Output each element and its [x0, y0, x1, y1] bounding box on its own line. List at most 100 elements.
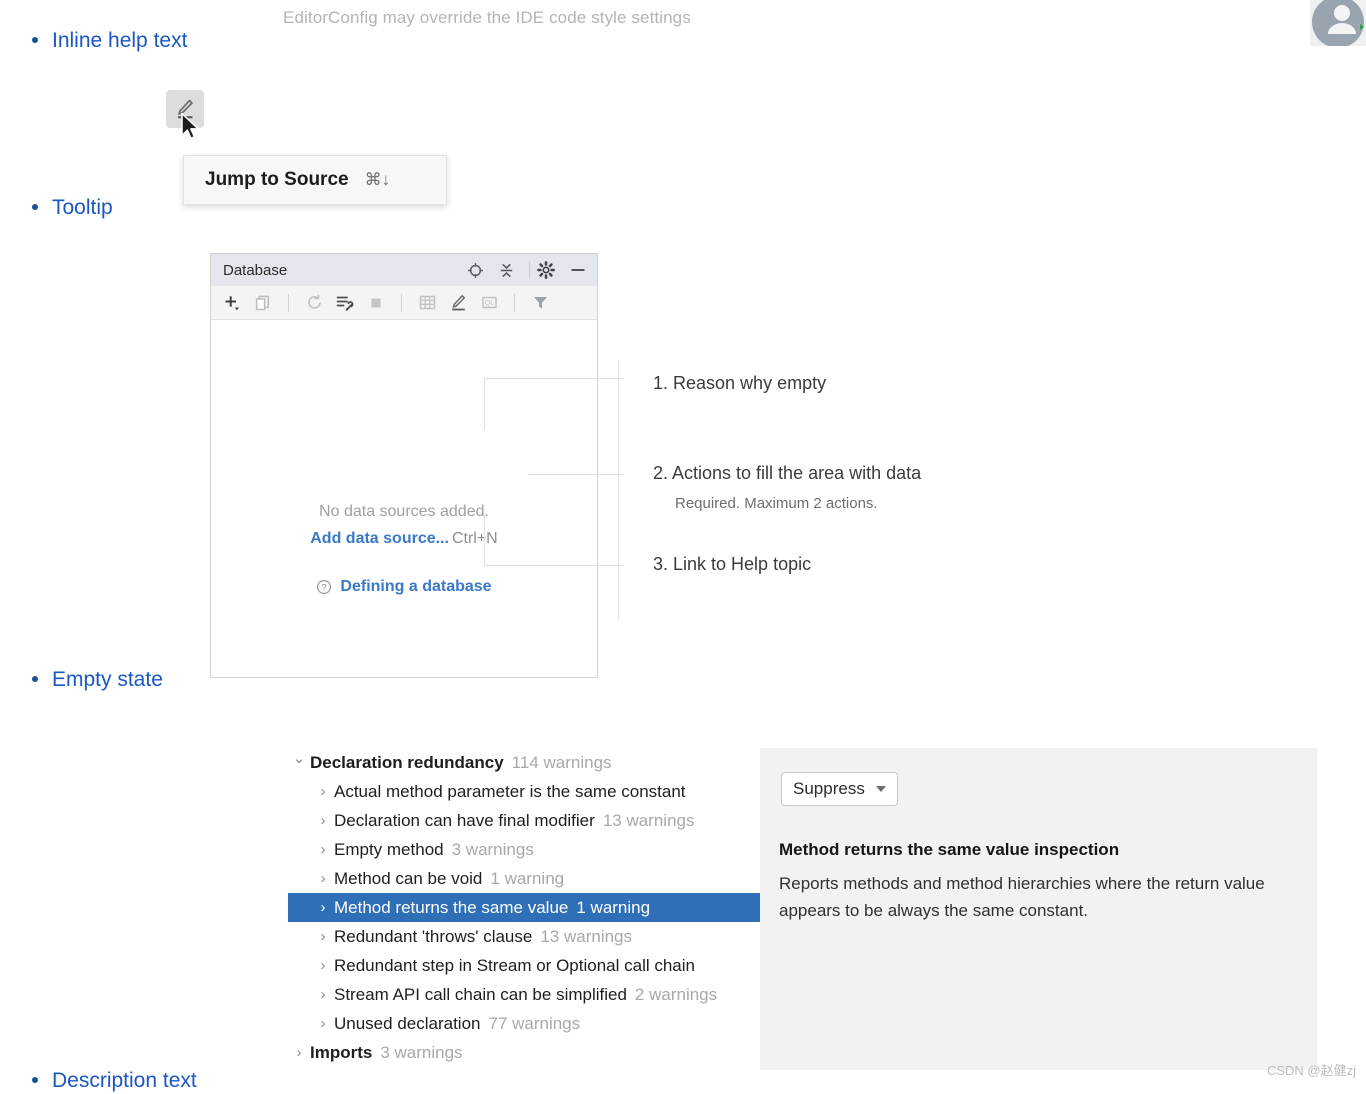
tree-row-label: Method returns the same value: [334, 897, 569, 917]
tree-row-label: Method can be void: [334, 868, 483, 888]
empty-state-reason-text: No data sources added.: [319, 503, 489, 520]
tree-row-label: Empty method: [334, 839, 444, 859]
database-title-bar: Database: [211, 254, 597, 286]
chevron-right-icon[interactable]: ›: [288, 1044, 310, 1061]
tree-row[interactable]: › Empty method 3 warnings: [288, 835, 760, 864]
tree-row-warning-count: 3 warnings: [451, 839, 534, 859]
tree-row-warning-count: 77 warnings: [488, 1013, 581, 1033]
tree-row[interactable]: › Actual method parameter is the same con…: [288, 777, 760, 806]
tree-row[interactable]: › Redundant step in Stream or Optional ca…: [288, 951, 760, 980]
suppress-dropdown-button[interactable]: Suppress: [781, 772, 898, 806]
user-avatar-icon: [1312, 0, 1364, 46]
toolbar-separator: [514, 293, 515, 312]
callout-bracket-1: [484, 378, 485, 430]
bullet-label-inline-help-text: Inline help text: [52, 29, 188, 52]
callout-subtext-2: Required. Maximum 2 actions.: [675, 495, 878, 512]
tree-row[interactable]: › Redundant 'throws' clause 13 warnings: [288, 922, 760, 951]
callout-bracket-3: [484, 513, 485, 565]
bullet-item-inline-help-text: Inline help text: [32, 28, 187, 54]
callout-leader-3: [484, 565, 624, 566]
tree-row[interactable]: ⌄ Declaration redundancy 114 warnings: [288, 748, 760, 777]
database-title-label: Database: [223, 261, 288, 279]
chevron-right-icon[interactable]: ›: [312, 957, 334, 974]
bullet-label-tooltip: Tooltip: [52, 196, 113, 219]
settings-gear-icon[interactable]: [537, 261, 555, 279]
bullet-marker: [32, 204, 38, 210]
tree-row-label: Redundant 'throws' clause: [334, 926, 533, 946]
toolbar-separator: [288, 293, 289, 312]
tree-row-label: Declaration can have final modifier: [334, 810, 595, 830]
mouse-pointer-icon: [181, 112, 199, 140]
tree-row-warning-count: 114 warnings: [511, 752, 612, 772]
tree-row[interactable]: › Method returns the same value 1 warning: [288, 893, 760, 922]
question-circle-icon: ?: [317, 579, 332, 595]
run-configure-icon[interactable]: [334, 292, 356, 314]
chevron-right-icon[interactable]: ›: [312, 899, 334, 916]
database-panel-body: No data sources added. Add data source..…: [211, 320, 597, 677]
defining-a-database-link[interactable]: Defining a database: [340, 578, 491, 596]
database-toolbar: QL: [211, 286, 597, 320]
chevron-right-icon[interactable]: ›: [312, 812, 334, 829]
bullet-label-empty-state: Empty state: [52, 668, 163, 691]
table-grid-icon: [416, 292, 438, 314]
empty-state-actions: Add data source... Ctrl+N: [211, 525, 597, 552]
edit-pencil-icon[interactable]: [447, 292, 469, 314]
minimize-icon[interactable]: [569, 261, 587, 279]
callout-text-1: 1. Reason why empty: [653, 373, 827, 393]
inspection-description-body: Reports methods and method hierarchies w…: [779, 874, 1265, 920]
user-avatar[interactable]: [1310, 0, 1366, 46]
collapse-all-icon[interactable]: [498, 262, 515, 279]
tree-row-label: Declaration redundancy: [310, 752, 504, 772]
chevron-down-icon[interactable]: ⌄: [288, 749, 310, 767]
tree-row-warning-count: 13 warnings: [602, 810, 695, 830]
chevron-right-icon[interactable]: ›: [312, 986, 334, 1003]
tree-row-label: Stream API call chain can be simplified: [334, 984, 627, 1004]
chevron-right-icon[interactable]: ›: [312, 870, 334, 887]
empty-state: No data sources added. Add data source..…: [211, 498, 597, 596]
tree-row[interactable]: › Method can be void 1 warning: [288, 864, 760, 893]
tooltip-label: Jump to Source: [205, 169, 349, 190]
svg-text:QL: QL: [484, 300, 493, 307]
tooltip-shortcut-label: ⌘↓: [364, 170, 391, 189]
chevron-right-icon[interactable]: ›: [312, 783, 334, 800]
inline-help-caption: EditorConfig may override the IDE code s…: [283, 8, 691, 27]
inspection-description-panel: Suppress Method returns the same value i…: [760, 748, 1317, 1070]
inspection-results-tree[interactable]: ⌄ Declaration redundancy 114 warnings › Actu…: [288, 748, 760, 1078]
bullet-marker: [32, 1077, 38, 1083]
tree-row-label: Unused declaration: [334, 1013, 481, 1033]
bullet-marker: [32, 37, 38, 43]
refresh-sync-icon: [303, 292, 325, 314]
tree-row[interactable]: › Imports 3 warnings: [288, 1038, 760, 1067]
callout-text-3: 3. Link to Help topic: [653, 554, 812, 574]
chevron-right-icon[interactable]: ›: [312, 928, 334, 945]
filter-funnel-icon[interactable]: [529, 292, 551, 314]
tree-row[interactable]: › Unused declaration 77 warnings: [288, 1009, 760, 1038]
add-data-source-link[interactable]: Add data source...: [310, 530, 449, 547]
empty-state-help-row: ? Defining a database: [211, 578, 597, 596]
tree-row-warning-count: 13 warnings: [540, 926, 633, 946]
tree-row-label: Imports: [310, 1042, 373, 1062]
callout-spine: [618, 360, 619, 620]
tree-row[interactable]: › Declaration can have final modifier 13 w…: [288, 806, 760, 835]
bullet-item-tooltip: Tooltip: [32, 195, 113, 221]
locate-target-icon[interactable]: [467, 262, 484, 279]
tree-row-warning-count: 1 warning: [576, 897, 651, 917]
chevron-right-icon[interactable]: ›: [312, 841, 334, 858]
chevron-down-icon: [875, 786, 886, 792]
stop-square-icon: [365, 292, 387, 314]
callout-leader-1: [484, 378, 624, 379]
copy-duplicate-icon: [252, 292, 274, 314]
add-plus-icon[interactable]: [221, 292, 243, 314]
bullet-item-empty-state: Empty state: [32, 667, 163, 693]
jump-to-source-tooltip: Jump to Source ⌘↓: [183, 155, 447, 205]
database-tool-window: Database QL No data sources added. Add d…: [210, 253, 598, 678]
bullet-item-description-text: Description text: [32, 1068, 197, 1094]
inspection-description-title: Method returns the same value inspection: [779, 840, 1120, 859]
tree-row-warning-count: 1 warning: [490, 868, 565, 888]
tree-row-warning-count: 2 warnings: [634, 984, 718, 1004]
tree-row[interactable]: › Stream API call chain can be simplified…: [288, 980, 760, 1009]
suppress-button-label: Suppress: [793, 779, 865, 798]
bullet-label-description-text: Description text: [52, 1069, 197, 1092]
toolbar-separator: [401, 293, 402, 312]
chevron-right-icon[interactable]: ›: [312, 1015, 334, 1032]
